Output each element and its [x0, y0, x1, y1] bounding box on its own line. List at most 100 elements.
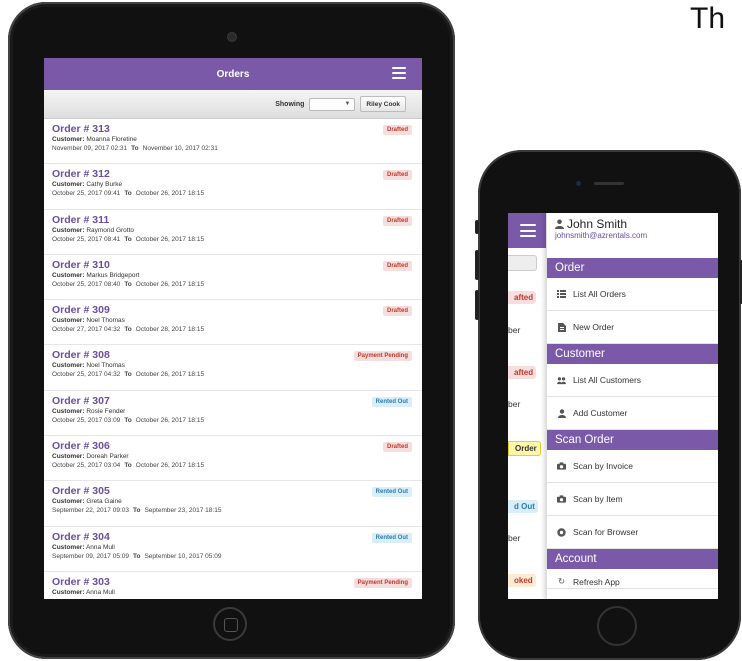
customer-name: Anna Mull: [85, 543, 115, 551]
chrome-icon: [557, 527, 566, 537]
customer-name: Markus Bridgeport: [86, 271, 140, 279]
order-row[interactable]: Order # 310 Customer: Markus Bridgeport …: [44, 255, 422, 301]
status-badge: Drafted: [382, 260, 412, 271]
user-name: John Smith: [567, 217, 628, 231]
customer-name: Noel Thomas: [86, 362, 125, 370]
status-badge: Payment Pending: [353, 351, 412, 362]
order-row[interactable]: Order # 308 Customer: Noel Thomas Octobe…: [44, 345, 422, 391]
customer-name: Moanna Floretine: [86, 136, 137, 143]
status-badge: d Out: [508, 500, 538, 513]
users-icon: [557, 376, 566, 385]
status-badge: afted: [508, 366, 537, 379]
camera-icon: [557, 495, 566, 504]
peek-text: ber: [508, 533, 521, 543]
order-row[interactable]: Order # 312 Customer: Cathy Burke Octobe…: [44, 164, 422, 210]
status-badge: afted: [508, 291, 537, 304]
status-badge: Drafted: [382, 215, 412, 226]
menu-icon[interactable]: [520, 224, 536, 237]
showing-label: Showing: [275, 100, 305, 108]
user-button[interactable]: Riley Cook: [360, 96, 406, 112]
tablet-screen: Orders Showing ▼ Riley Cook Order # 313 …: [44, 58, 422, 599]
caret-down-icon: ▼: [344, 100, 351, 107]
filter-bar: Showing ▼ Riley Cook: [44, 90, 422, 119]
order-number[interactable]: Order # 306: [52, 440, 414, 452]
user-email: johnsmith@azrentals.com: [555, 231, 648, 240]
order-row[interactable]: Order # 307 Customer: Rosie Fender Octob…: [44, 391, 422, 437]
phone-home-button[interactable]: [597, 606, 637, 646]
status-badge: oked: [508, 574, 536, 587]
order-row[interactable]: Order # 304 Customer: Anna Mull Septembe…: [44, 527, 422, 572]
phone-device: afted ber afted ber Order d Out ber oked…: [475, 150, 742, 660]
order-row[interactable]: Order # 306 Customer: Doreah Parker Octo…: [44, 436, 422, 482]
menu-item-refresh-app[interactable]: ↻ Refresh App: [547, 569, 718, 589]
mute-switch: [475, 220, 479, 234]
status-badge: Rented Out: [371, 487, 412, 498]
order-list: Order # 313 Customer: Moanna Floretine N…: [44, 119, 422, 599]
page-title: Orders: [216, 68, 250, 80]
section-scan-order: Scan Order: [547, 430, 718, 450]
showing-select[interactable]: [508, 255, 537, 271]
order-number[interactable]: Order # 307: [52, 395, 414, 407]
background-content: afted ber afted ber Order d Out ber oked: [508, 213, 546, 599]
status-badge: Drafted: [382, 306, 412, 317]
tablet-camera: [227, 32, 237, 42]
customer-name: Anna Mull: [85, 588, 115, 596]
menu-item-scan-by-item[interactable]: Scan by Item: [547, 483, 718, 516]
camera-icon: [557, 462, 566, 471]
menu-item-list-all-orders[interactable]: List All Orders: [547, 278, 718, 311]
showing-select[interactable]: ▼: [309, 97, 356, 111]
status-badge: Payment Pending: [353, 577, 412, 588]
section-account: Account: [547, 549, 718, 569]
status-badge: Drafted: [382, 170, 412, 181]
order-number[interactable]: Order # 309: [52, 304, 414, 316]
menu-item-list-all-customers[interactable]: List All Customers: [547, 364, 718, 397]
menu-item-scan-for-browser[interactable]: Scan for Browser: [547, 516, 718, 549]
order-number[interactable]: Order # 312: [52, 168, 414, 180]
file-icon: [557, 322, 566, 332]
customer-name: Raymond Grotto: [86, 226, 135, 234]
status-badge: Rented Out: [371, 396, 412, 407]
corner-text: Th: [690, 2, 726, 35]
menu-icon[interactable]: [392, 67, 406, 79]
order-row[interactable]: Order # 311 Customer: Raymond Grotto Oct…: [44, 210, 422, 255]
tablet-home-button[interactable]: [213, 607, 247, 641]
status-badge: Drafted: [382, 125, 412, 135]
phone-camera: [576, 181, 581, 186]
refresh-icon: ↻: [557, 576, 566, 586]
drawer-user: John Smith johnsmith@azrentals.com: [547, 213, 718, 258]
customer-name: Noel Thomas: [86, 317, 125, 325]
list-icon: [557, 290, 566, 299]
status-badge: Order: [508, 441, 541, 456]
nav-drawer: John Smith johnsmith@azrentals.com Order…: [546, 213, 718, 599]
menu-item-new-order[interactable]: New Order: [547, 311, 718, 344]
order-number[interactable]: Order # 310: [52, 259, 414, 271]
order-row[interactable]: Order # 303 Customer: Anna Mull Payment …: [44, 572, 422, 599]
menu-item-scan-by-invoice[interactable]: Scan by Invoice: [547, 450, 718, 483]
status-badge: Drafted: [382, 442, 412, 453]
order-number[interactable]: Order # 305: [52, 485, 414, 497]
section-order: Order: [547, 258, 718, 278]
order-number[interactable]: Order # 304: [52, 531, 414, 543]
peek-text: ber: [508, 399, 521, 409]
volume-down-button: [475, 290, 479, 320]
order-row[interactable]: Order # 305 Customer: Greta Gaine Septem…: [44, 481, 422, 527]
order-row[interactable]: Order # 309 Customer: Noel Thomas Octobe…: [44, 300, 422, 346]
user-icon: [555, 219, 564, 229]
order-number[interactable]: Order # 311: [52, 214, 414, 226]
phone-speaker: [594, 182, 624, 185]
order-row[interactable]: Order # 313 Customer: Moanna Floretine N…: [44, 119, 422, 165]
section-customer: Customer: [547, 344, 718, 364]
peek-text: ber: [508, 325, 521, 335]
customer-name: Doreah Parker: [86, 453, 129, 461]
status-badge: Rented Out: [371, 532, 412, 543]
menu-item-add-customer[interactable]: Add Customer: [547, 397, 718, 430]
customer-name: Rosie Fender: [86, 407, 126, 415]
customer-name: Greta Gaine: [86, 498, 122, 506]
phone-screen: afted ber afted ber Order d Out ber oked…: [508, 213, 718, 599]
tablet-device: Orders Showing ▼ Riley Cook Order # 313 …: [8, 2, 455, 659]
app-header: [508, 213, 546, 248]
order-number[interactable]: Order # 313: [52, 123, 414, 135]
user-icon: [557, 408, 566, 418]
volume-up-button: [475, 250, 479, 280]
app-header: Orders: [44, 58, 422, 90]
